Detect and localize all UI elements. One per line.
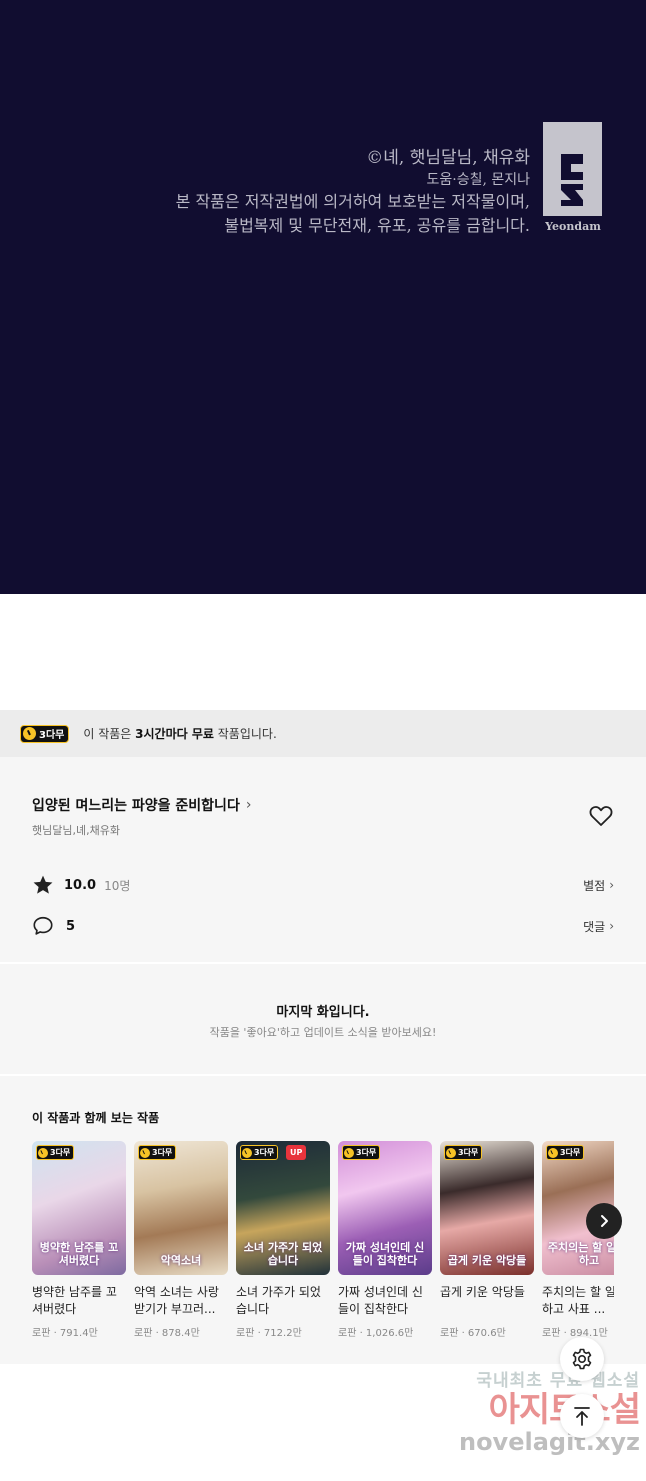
cover-title: 병약한 남주를 꼬셔버렸다: [39, 1241, 119, 1267]
recommendation-card[interactable]: 3다무 주치의는 할 일 다 하고 주치의는 할 일 다 하고 사표 ... 로…: [542, 1141, 614, 1339]
rating-row: 10.0 10명 별점 ›: [32, 873, 614, 897]
copyright-line: ©녜, 햇님달님, 채유화: [366, 148, 530, 168]
cover-thumbnail: 3다무 곱게 키운 악당들: [440, 1141, 534, 1275]
copyright-notice: ©녜, 햇님달님, 채유화 도움·승칠, 몬지나 본 작품은 저작권법에 의거하…: [176, 146, 530, 238]
recommendation-title: 가짜 성녀인데 신들이 집착한다: [338, 1285, 423, 1316]
comment-link-label: 댓글: [583, 919, 606, 934]
copyright-line: 도움·승칠, 몬지나: [426, 172, 530, 188]
wait-free-badge: 3다무: [342, 1145, 381, 1160]
recommendation-meta: 로판 · 1,026.6만: [338, 1328, 414, 1339]
clock-icon: [344, 1147, 354, 1158]
gear-icon: [572, 1348, 592, 1370]
recommendation-title: 주치의는 할 일 다 하고 사표 ...: [542, 1285, 614, 1316]
cover-title: 주치의는 할 일 다 하고: [547, 1241, 614, 1267]
cover-thumbnail: 3다무 UP 소녀 가주가 되었습니다: [236, 1141, 330, 1275]
recommendation-title: 곱게 키운 악당들: [440, 1285, 525, 1299]
cover-thumbnail: 3다무 병약한 남주를 꼬셔버렸다: [32, 1141, 126, 1275]
settings-button[interactable]: [560, 1337, 604, 1381]
recommendation-meta: 로판 · 791.4만: [32, 1328, 98, 1339]
up-badge: UP: [286, 1145, 307, 1160]
yeondam-logo: [543, 122, 602, 216]
chevron-right-icon: ›: [609, 878, 614, 892]
recommendation-title: 병약한 남주를 꼬셔버렸다: [32, 1285, 117, 1316]
copyright-line: 본 작품은 저작권법에 의거하여 보호받는 저작물이며,: [175, 192, 530, 211]
recommendation-card[interactable]: 3다무 가짜 성녀인데 신들이 집착한다 가짜 성녀인데 신들이 집착한다 로판…: [338, 1141, 432, 1339]
chevron-right-icon: ›: [609, 919, 614, 933]
recommendation-title: 악역 소녀는 사랑받기가 부끄러...: [134, 1285, 219, 1316]
recommendation-card[interactable]: 3다무 UP 소녀 가주가 되었습니다 소녀 가주가 되었습니다 로판 · 71…: [236, 1141, 330, 1339]
arrow-up-icon: [574, 1407, 590, 1426]
recommendation-title: 소녀 가주가 되었습니다: [236, 1285, 321, 1316]
cover-title: 곱게 키운 악당들: [447, 1254, 527, 1267]
chevron-right-icon: [601, 1215, 608, 1227]
recommendation-meta: 로판 · 878.4만: [134, 1328, 200, 1339]
like-button[interactable]: [589, 805, 613, 827]
scroll-to-top-button[interactable]: [560, 1394, 604, 1438]
cover-title: 가짜 성녀인데 신들이 집착한다: [345, 1241, 425, 1267]
clock-icon: [242, 1147, 252, 1158]
wait-free-badge: 3다무: [546, 1145, 585, 1160]
wait-free-badge: 3다무: [36, 1145, 75, 1160]
rating-value: 10.0: [64, 877, 97, 893]
free-banner-text: 이 작품은 3시간마다 무료 작품입니다.: [83, 727, 277, 741]
watermark-line: 국내최초 무료 웹소설: [476, 1371, 640, 1391]
rating-count: 10명: [104, 878, 131, 893]
clock-icon: [140, 1147, 150, 1158]
work-title: 입양된 며느리는 파양을 준비합니다: [32, 798, 240, 814]
site-watermark: 국내최초 무료 웹소설 아지트소설 novelagit.xyz: [440, 1366, 641, 1456]
yeondam-logo-text: Yeondam: [545, 220, 601, 233]
rating-link[interactable]: 별점 ›: [583, 877, 614, 894]
last-episode-subtitle: 작품을 '좋아요'하고 업데이트 소식을 받아보세요!: [209, 1026, 437, 1039]
recommendation-list: 3다무 병약한 남주를 꼬셔버렸다 병약한 남주를 꼬셔버렸다 로판 · 791…: [32, 1141, 614, 1356]
carousel-next-button[interactable]: [586, 1203, 622, 1239]
recommendation-heading: 이 작품과 함께 보는 작품: [32, 1111, 160, 1125]
watermark-line: novelagit.xyz: [458, 1428, 640, 1456]
chevron-right-icon: ›: [245, 797, 252, 813]
cover-title: 악역소녀: [160, 1254, 202, 1267]
recommendation-card[interactable]: 3다무 곱게 키운 악당들 곱게 키운 악당들 로판 · 670.6만: [440, 1141, 534, 1339]
cover-thumbnail: 3다무 악역소녀: [134, 1141, 228, 1275]
comment-row: 5 댓글 ›: [32, 914, 614, 938]
rating-link-label: 별점: [583, 878, 606, 893]
work-title-link[interactable]: 입양된 며느리는 파양을 준비합니다 ›: [32, 795, 251, 815]
free-banner-highlight: 3시간마다 무료: [135, 727, 214, 741]
cover-title: 소녀 가주가 되었습니다: [243, 1241, 323, 1267]
cover-thumbnail: 3다무 가짜 성녀인데 신들이 집착한다: [338, 1141, 432, 1275]
comic-last-panel: ©녜, 햇님달님, 채유화 도움·승칠, 몬지나 본 작품은 저작권법에 의거하…: [0, 0, 646, 594]
clock-icon: [548, 1147, 558, 1158]
wait-free-badge: 3다무: [20, 724, 70, 743]
wait-free-badge: 3다무: [240, 1145, 279, 1160]
work-info-section: 입양된 며느리는 파양을 준비합니다 › 햇님달님,녜,채유화 10.0 10명…: [0, 757, 646, 962]
wait-free-badge: 3다무: [138, 1145, 177, 1160]
clock-icon: [23, 727, 36, 740]
last-episode-title: 마지막 화입니다.: [276, 1005, 370, 1020]
clock-icon: [446, 1147, 456, 1158]
comment-count: 5: [66, 918, 76, 934]
work-authors: 햇님달님,녜,채유화: [32, 824, 120, 837]
comment-link[interactable]: 댓글 ›: [583, 918, 614, 935]
watermark-line: 아지트소설: [440, 1391, 641, 1429]
recommendation-meta: 로판 · 712.2만: [236, 1328, 302, 1339]
clock-icon: [38, 1147, 48, 1158]
badge-label: 3다무: [39, 730, 65, 741]
recommendation-section: 이 작품과 함께 보는 작품 3다무 병약한 남주를 꼬셔버렸다 병약한 남주를…: [0, 1076, 646, 1364]
wait-free-badge: 3다무: [444, 1145, 483, 1160]
heart-icon: [589, 806, 613, 826]
recommendation-meta: 로판 · 670.6만: [440, 1328, 506, 1339]
copyright-line: 불법복제 및 무단전재, 유포, 공유를 금합니다.: [224, 216, 530, 235]
star-icon: [33, 875, 53, 894]
yeondam-mark-icon: [561, 154, 583, 206]
comment-bubble-icon: [33, 916, 53, 935]
recommendation-card[interactable]: 3다무 악역소녀 악역 소녀는 사랑받기가 부끄러... 로판 · 878.4만: [134, 1141, 228, 1339]
last-episode-notice: 마지막 화입니다. 작품을 '좋아요'하고 업데이트 소식을 받아보세요!: [0, 964, 646, 1074]
free-every-3-hours-banner: 3다무 이 작품은 3시간마다 무료 작품입니다.: [0, 710, 646, 757]
recommendation-card[interactable]: 3다무 병약한 남주를 꼬셔버렸다 병약한 남주를 꼬셔버렸다 로판 · 791…: [32, 1141, 126, 1339]
